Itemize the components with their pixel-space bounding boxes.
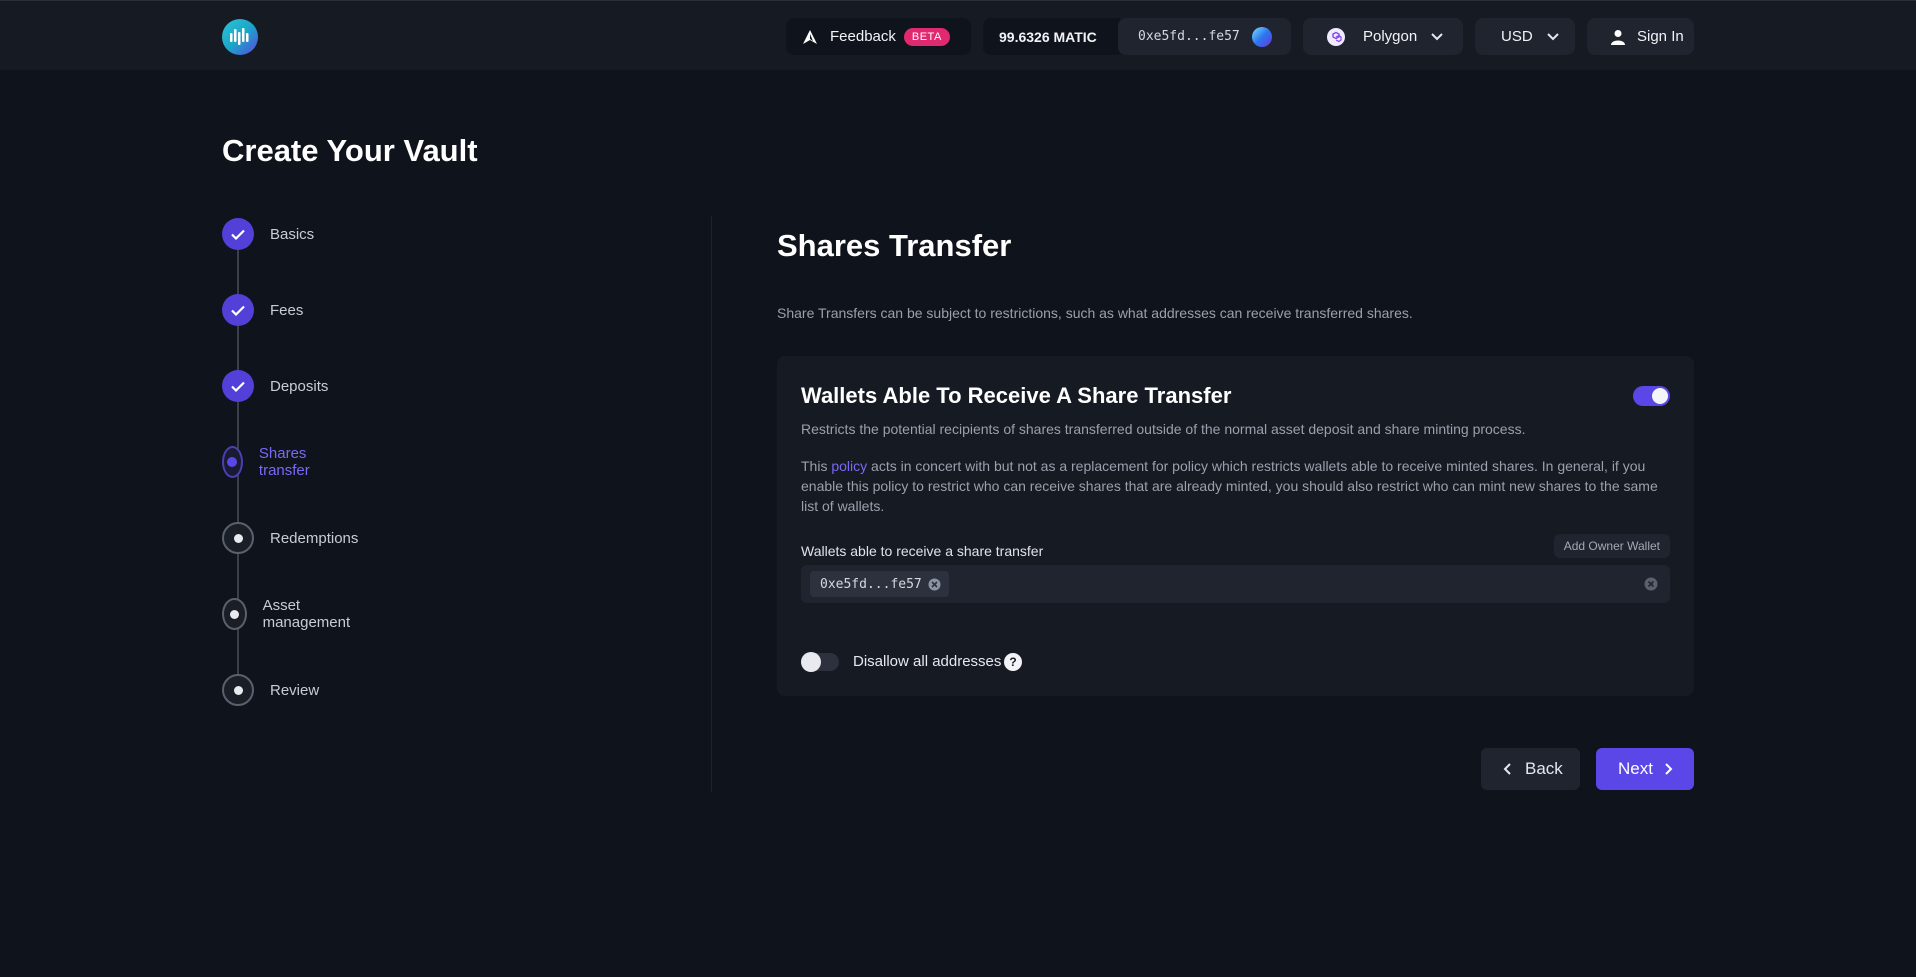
wallets-field-label: Wallets able to receive a share transfer — [801, 543, 1044, 559]
section-description: Share Transfers can be subject to restri… — [777, 305, 1413, 321]
step-basics[interactable]: Basics — [222, 218, 314, 250]
step-fees[interactable]: Fees — [222, 294, 303, 326]
step-label: Asset management — [262, 597, 351, 631]
user-icon — [1611, 29, 1625, 45]
policy-toggle[interactable] — [1633, 386, 1670, 406]
page-title: Create Your Vault — [222, 133, 478, 168]
note-text: acts in concert with but not as a replac… — [801, 458, 1658, 514]
feedback-label: Feedback — [830, 28, 896, 45]
step-label: Basics — [270, 225, 315, 243]
step-label: Deposits — [270, 377, 329, 395]
card-title: Wallets Able To Receive A Share Transfer — [801, 383, 1232, 408]
check-icon — [222, 370, 254, 402]
balance-display: 99.6326 MATIC — [983, 18, 1125, 55]
card-subtitle: Restricts the potential recipients of sh… — [801, 421, 1526, 437]
step-shares-transfer[interactable]: Shares transfer — [222, 445, 321, 479]
wallet-chip: 0xe5fd...fe57 — [810, 571, 949, 597]
clear-all-icon[interactable] — [1644, 577, 1658, 591]
step-label: Review — [270, 681, 320, 699]
top-bar: Feedback BETA 99.6326 MATIC 0xe5fd...fe5… — [0, 0, 1916, 70]
wallet-chip-label: 0xe5fd...fe57 — [820, 576, 922, 592]
polygon-icon — [1327, 27, 1345, 46]
currency-selector[interactable]: USD — [1475, 18, 1575, 55]
beta-badge: BETA — [903, 27, 950, 46]
network-selector[interactable]: Polygon — [1303, 18, 1463, 55]
check-icon — [222, 218, 254, 250]
pending-step-icon — [222, 522, 254, 554]
balance-value: 99.6326 MATIC — [999, 28, 1097, 45]
chevron-right-icon — [1665, 763, 1673, 775]
check-icon — [222, 294, 254, 326]
network-label: Polygon — [1363, 28, 1418, 45]
chevron-down-icon — [1431, 32, 1443, 40]
chevron-left-icon — [1503, 763, 1511, 775]
step-asset-management[interactable]: Asset management — [222, 597, 358, 631]
feedback-button[interactable]: Feedback BETA — [786, 18, 971, 55]
back-label: Back — [1525, 759, 1563, 778]
step-label: Fees — [270, 301, 304, 319]
next-label: Next — [1618, 759, 1653, 778]
sign-in-button[interactable]: Sign In — [1587, 18, 1694, 55]
waveform-logo-icon[interactable] — [222, 19, 258, 55]
wallet-address: 0xe5fd...fe57 — [1138, 29, 1240, 44]
step-label: Redemptions — [270, 529, 359, 547]
wallet-button[interactable]: 0xe5fd...fe57 — [1118, 18, 1291, 55]
policy-link[interactable]: policy — [831, 458, 867, 474]
feedback-arrow-icon — [803, 29, 817, 44]
share-transfer-policy-card: Wallets Able To Receive A Share Transfer… — [777, 356, 1694, 696]
step-review[interactable]: Review — [222, 674, 319, 706]
disallow-all-toggle[interactable] — [801, 652, 839, 672]
note-text: This — [801, 458, 832, 474]
add-owner-wallet-button[interactable]: Add Owner Wallet — [1553, 534, 1670, 558]
remove-chip-icon[interactable] — [928, 578, 941, 591]
wallet-avatar-icon — [1251, 26, 1272, 47]
currency-label: USD — [1501, 28, 1533, 45]
sign-in-label: Sign In — [1637, 28, 1684, 45]
wallets-input[interactable]: 0xe5fd...fe57 — [801, 565, 1670, 603]
step-redemptions[interactable]: Redemptions — [222, 522, 358, 554]
section-title: Shares Transfer — [777, 228, 1012, 263]
disallow-all-label: Disallow all addresses — [853, 653, 1002, 670]
help-icon[interactable]: ? — [1004, 653, 1022, 671]
vertical-divider — [711, 216, 712, 792]
pending-step-icon — [222, 598, 247, 630]
back-button[interactable]: Back — [1481, 748, 1580, 790]
step-label: Shares transfer — [258, 445, 310, 479]
step-deposits[interactable]: Deposits — [222, 370, 328, 402]
active-step-icon — [222, 446, 243, 478]
next-button[interactable]: Next — [1596, 748, 1694, 790]
chevron-down-icon — [1546, 32, 1559, 40]
pending-step-icon — [222, 674, 254, 706]
card-note: This policy acts in concert with but not… — [801, 456, 1671, 516]
